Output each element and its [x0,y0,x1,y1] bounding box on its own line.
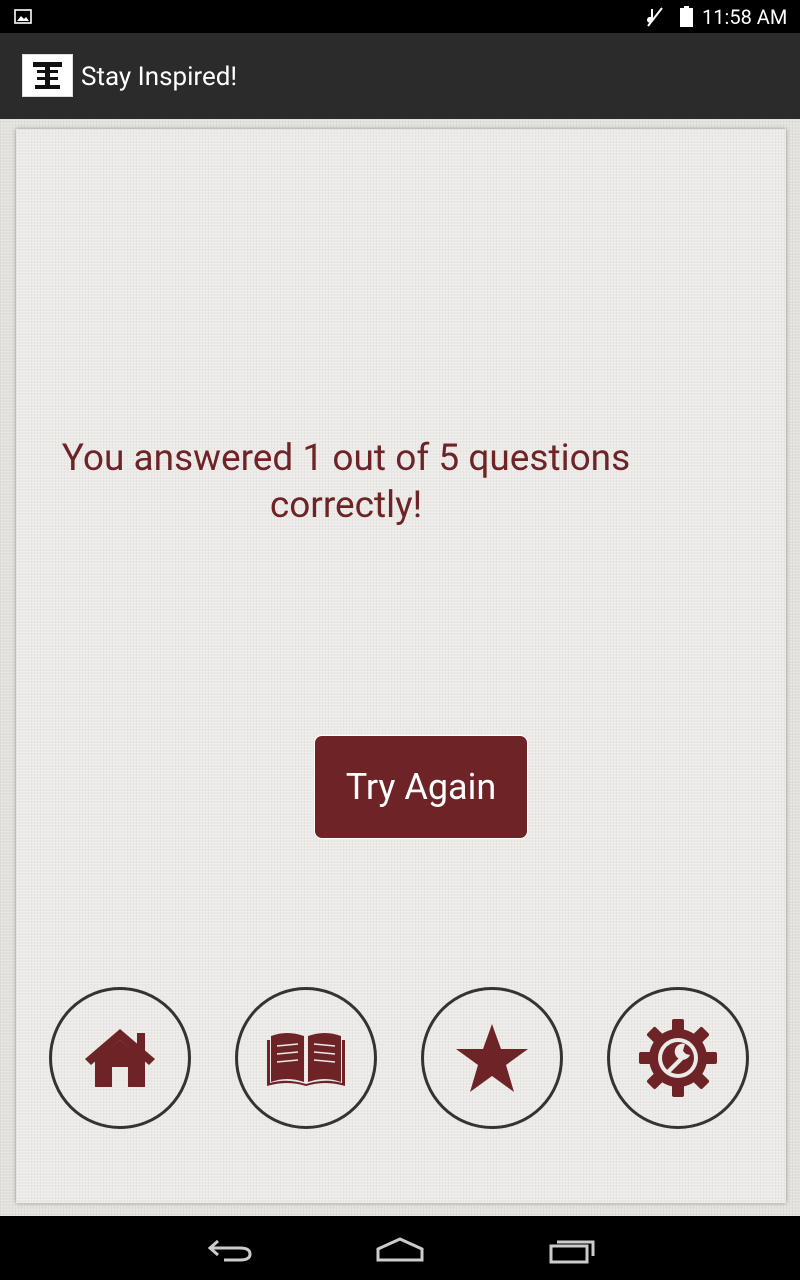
nav-favorites-button[interactable] [421,987,563,1129]
nav-home-button[interactable] [49,987,191,1129]
quiz-result-card: You answered 1 out of 5 questions correc… [16,129,786,1203]
result-message: You answered 1 out of 5 questions correc… [61,437,631,527]
t-logo-icon [33,62,62,89]
back-icon[interactable] [206,1236,254,1264]
nav-settings-button[interactable] [607,987,749,1129]
book-icon [267,1033,345,1086]
star-icon [456,1024,528,1092]
app-title: Stay Inspired! [81,62,238,92]
nav-book-button[interactable] [235,987,377,1129]
home-button-icon[interactable] [375,1236,425,1264]
mute-icon [647,7,663,27]
status-clock: 11:58 AM [702,5,788,29]
recents-icon[interactable] [548,1236,596,1264]
main-content: You answered 1 out of 5 questions correc… [0,119,800,1216]
settings-gear-icon [639,1019,717,1097]
status-bar: 11:58 AM [0,0,800,33]
battery-icon [680,6,693,27]
app-logo [22,54,73,97]
system-nav-bar [0,1216,800,1280]
home-icon [85,1029,155,1087]
image-notification-icon [14,9,32,24]
try-again-button[interactable]: Try Again [314,735,528,839]
action-bar: Stay Inspired! [0,33,800,119]
